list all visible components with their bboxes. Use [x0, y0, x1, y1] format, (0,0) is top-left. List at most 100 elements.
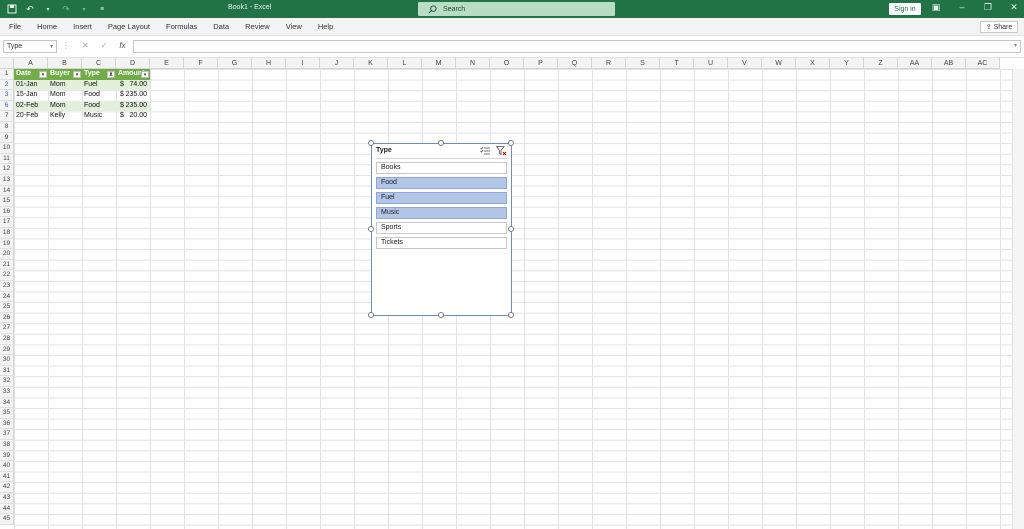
table-cell[interactable]: Food	[82, 100, 116, 112]
resize-handle[interactable]	[508, 140, 514, 146]
row-header[interactable]: 9	[0, 132, 14, 144]
row-header[interactable]: 6	[0, 100, 14, 112]
resize-handle[interactable]	[368, 140, 374, 146]
column-header[interactable]: J	[320, 58, 354, 69]
column-header[interactable]: D	[116, 58, 150, 69]
row-header[interactable]: 3	[0, 90, 14, 101]
table-cell[interactable]: Mom	[48, 79, 82, 91]
tab-help[interactable]: Help	[318, 22, 333, 31]
tab-formulas[interactable]: Formulas	[166, 22, 197, 31]
table-header-cell[interactable]: Amount ▾	[116, 69, 150, 80]
redo-icon[interactable]: ↷	[60, 3, 72, 15]
table-cell[interactable]: 15-Jan	[14, 90, 48, 101]
column-header[interactable]: Z	[864, 58, 898, 69]
column-header[interactable]: L	[388, 58, 422, 69]
restore-icon[interactable]: ❐	[982, 2, 994, 13]
worksheet-grid[interactable]: A B C D E F G H I J K L M N O P Q R S T U V W X Y Z AA AB AC 1236789…	[0, 58, 1024, 529]
table-cell[interactable]: $235.00	[116, 90, 150, 101]
save-icon[interactable]	[6, 3, 18, 15]
row-header[interactable]: 34	[0, 397, 14, 409]
tab-review[interactable]: Review	[245, 22, 270, 31]
column-header[interactable]: I	[286, 58, 320, 69]
filter-dropdown-icon[interactable]: ▾	[141, 70, 149, 78]
table-cell[interactable]: 02-Feb	[14, 100, 48, 112]
table-cell[interactable]: 01-Jan	[14, 79, 48, 91]
row-header[interactable]: 15	[0, 196, 14, 207]
column-header[interactable]: A	[14, 58, 48, 69]
column-header[interactable]: G	[218, 58, 252, 69]
type-slicer[interactable]: Type Books Food Fuel Music Sports Tickets	[368, 140, 514, 318]
slicer-item-fuel[interactable]: Fuel	[376, 192, 507, 204]
row-header[interactable]: 8	[0, 122, 14, 133]
row-header[interactable]: 20	[0, 249, 14, 260]
column-header[interactable]: K	[354, 58, 388, 69]
row-header[interactable]: 37	[0, 429, 14, 440]
row-header[interactable]: 40	[0, 461, 14, 472]
slicer-item-books[interactable]: Books	[376, 162, 507, 174]
slicer-item-food[interactable]: Food	[376, 177, 507, 189]
row-header[interactable]: 19	[0, 238, 14, 250]
column-header[interactable]: O	[490, 58, 524, 69]
insert-function-icon[interactable]: fx	[119, 41, 125, 50]
chevron-down-icon[interactable]: ▾	[50, 43, 53, 50]
tab-view[interactable]: View	[286, 22, 302, 31]
column-header[interactable]: R	[592, 58, 626, 69]
row-header[interactable]: 14	[0, 185, 14, 197]
vertical-scrollbar[interactable]	[1012, 69, 1024, 529]
row-header[interactable]: 39	[0, 450, 14, 462]
column-header[interactable]: N	[456, 58, 490, 69]
row-header[interactable]: 2	[0, 79, 14, 91]
ribbon-display-icon[interactable]: ▣	[930, 2, 942, 13]
row-header[interactable]: 1	[0, 69, 14, 80]
tab-insert[interactable]: Insert	[73, 22, 92, 31]
column-header[interactable]: Q	[558, 58, 592, 69]
row-header[interactable]: 33	[0, 387, 14, 398]
column-header[interactable]: P	[524, 58, 558, 69]
table-cell[interactable]: Fuel	[82, 79, 116, 91]
table-cell[interactable]: Mom	[48, 90, 82, 101]
column-header[interactable]: V	[728, 58, 762, 69]
share-button[interactable]: ⇪ Share	[980, 21, 1018, 33]
column-header[interactable]: AC	[966, 58, 1000, 69]
row-header[interactable]: 18	[0, 228, 14, 239]
column-header[interactable]: Y	[830, 58, 864, 69]
column-header[interactable]: C	[82, 58, 116, 69]
row-header[interactable]: 44	[0, 503, 14, 515]
column-header[interactable]: U	[694, 58, 728, 69]
tab-data[interactable]: Data	[213, 22, 229, 31]
row-header[interactable]: 30	[0, 355, 14, 366]
slicer-item-sports[interactable]: Sports	[376, 222, 507, 234]
resize-handle[interactable]	[508, 226, 514, 232]
column-header[interactable]: X	[796, 58, 830, 69]
row-header[interactable]: 23	[0, 281, 14, 292]
table-cell[interactable]: Music	[82, 111, 116, 122]
search-box[interactable]: Search	[418, 2, 615, 16]
table-cell[interactable]: Kelly	[48, 111, 82, 122]
resize-handle[interactable]	[508, 312, 514, 318]
formula-input[interactable]: ▾	[133, 40, 1021, 53]
customize-toolbar-icon[interactable]: ≡	[96, 3, 108, 15]
table-cell[interactable]: $20.00	[116, 111, 150, 122]
multi-select-icon[interactable]	[480, 146, 491, 156]
table-cell[interactable]: 20-Feb	[14, 111, 48, 122]
column-header[interactable]: M	[422, 58, 456, 69]
minimize-icon[interactable]: –	[956, 2, 968, 13]
column-header[interactable]: F	[184, 58, 218, 69]
table-header-cell[interactable]: Buyer ▾	[48, 69, 82, 80]
row-header[interactable]: 16	[0, 206, 14, 218]
resize-handle[interactable]	[368, 312, 374, 318]
table-cell[interactable]: Food	[82, 90, 116, 101]
column-header[interactable]: H	[252, 58, 286, 69]
sign-in-button[interactable]: Sign in	[889, 3, 921, 15]
row-header[interactable]: 27	[0, 323, 14, 334]
enter-icon[interactable]: ✓	[101, 41, 108, 50]
row-header[interactable]: 38	[0, 440, 14, 451]
resize-handle[interactable]	[438, 312, 444, 318]
column-header[interactable]: W	[762, 58, 796, 69]
undo-dropdown-icon[interactable]: ▾	[42, 3, 54, 15]
column-header[interactable]: T	[660, 58, 694, 69]
row-header[interactable]: 43	[0, 493, 14, 504]
row-header[interactable]: 10	[0, 143, 14, 154]
table-cell[interactable]: $235.00	[116, 100, 150, 112]
column-header[interactable]: B	[48, 58, 82, 69]
